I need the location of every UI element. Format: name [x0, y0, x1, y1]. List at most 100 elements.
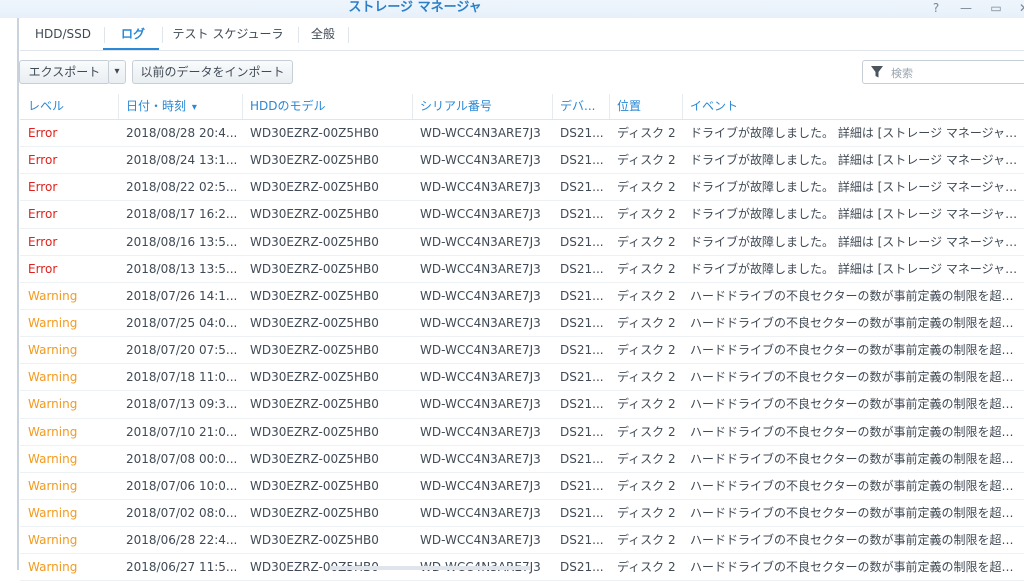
- search-input[interactable]: [889, 63, 1023, 83]
- serial-cell: WD-WCC4N3ARE7J3: [420, 261, 541, 276]
- event-cell: ドライブが故障しました。 詳細は [ストレージ マネージャー]...: [690, 234, 1024, 249]
- device-cell: DS21...: [560, 533, 604, 548]
- column-header-level[interactable]: レベル: [20, 94, 118, 119]
- table-row[interactable]: Warning 2018/07/06 10:0... WD30EZRZ-00Z5HB…: [20, 473, 1024, 500]
- table-row[interactable]: Warning 2018/07/20 07:5... WD30EZRZ-00Z5HB…: [20, 337, 1024, 365]
- hdd-model-cell: WD30EZRZ-00Z5HB0: [250, 533, 379, 548]
- event-cell: ハードドライブの不良セクターの数が事前定義の制限を超えま...: [690, 370, 1024, 385]
- table-row[interactable]: Warning 2018/07/25 04:0... WD30EZRZ-00Z5HB…: [20, 310, 1024, 338]
- hdd-model-cell: WD30EZRZ-00Z5HB0: [250, 126, 379, 140]
- location-cell: ディスク 2: [617, 288, 676, 303]
- column-header-serial[interactable]: シリアル番号: [412, 94, 552, 119]
- export-button[interactable]: エクスポート: [19, 60, 110, 84]
- title-bar: ストレージ マネージャ ? — ▭ ✕: [0, 0, 1024, 18]
- device-cell: DS21...: [560, 424, 604, 439]
- level-cell: Warning: [28, 397, 78, 412]
- device-cell: DS21...: [560, 315, 604, 330]
- level-cell: Warning: [28, 560, 78, 575]
- column-header-event[interactable]: イベント: [682, 94, 1024, 119]
- location-cell: ディスク 2: [617, 315, 676, 330]
- close-button[interactable]: ✕: [1012, 0, 1024, 16]
- table-body: Error 2018/08/28 20:4... WD30EZRZ-00Z5HB0 W…: [20, 120, 1024, 581]
- location-cell: ディスク 2: [617, 234, 676, 249]
- tab-general[interactable]: 全般: [300, 23, 346, 50]
- location-cell: ディスク 2: [617, 126, 676, 140]
- location-cell: ディスク 2: [617, 424, 676, 439]
- table-row[interactable]: Error 2018/08/24 13:1... WD30EZRZ-00Z5HB0 W…: [20, 147, 1024, 175]
- level-cell: Warning: [28, 505, 78, 520]
- datetime-cell: 2018/07/10 21:0...: [126, 424, 238, 439]
- table-row[interactable]: Warning 2018/07/13 09:3... WD30EZRZ-00Z5HB…: [20, 391, 1024, 419]
- column-header-hdd-model[interactable]: HDDのモデル: [242, 94, 412, 119]
- tab-log[interactable]: ログ: [106, 23, 160, 50]
- table-row[interactable]: Warning 2018/07/02 08:0... WD30EZRZ-00Z5HB…: [20, 500, 1024, 528]
- hdd-model-cell: WD30EZRZ-00Z5HB0: [250, 424, 379, 439]
- hdd-model-cell: WD30EZRZ-00Z5HB0: [250, 234, 379, 249]
- table-row[interactable]: Warning 2018/06/28 22:4... WD30EZRZ-00Z5HB…: [20, 527, 1024, 555]
- serial-cell: WD-WCC4N3ARE7J3: [420, 288, 541, 303]
- datetime-cell: 2018/07/20 07:5...: [126, 343, 238, 358]
- event-cell: ハードドライブの不良セクターの数が事前定義の制限を超えま...: [690, 397, 1024, 412]
- hdd-model-cell: WD30EZRZ-00Z5HB0: [250, 397, 379, 412]
- serial-cell: WD-WCC4N3ARE7J3: [420, 180, 541, 195]
- level-cell: Warning: [28, 288, 78, 303]
- table-row[interactable]: Error 2018/08/28 20:4... WD30EZRZ-00Z5HB0 W…: [20, 120, 1024, 148]
- event-cell: ハードドライブの不良セクターの数が事前定義の制限を超えま...: [690, 451, 1024, 466]
- search-box[interactable]: [862, 60, 1024, 84]
- device-cell: DS21...: [560, 180, 604, 195]
- level-cell: Error: [28, 207, 58, 222]
- chevron-down-icon: ▾: [114, 66, 120, 77]
- filter-icon: [870, 65, 884, 79]
- datetime-cell: 2018/07/02 08:0...: [126, 505, 238, 520]
- tab-hdd-ssd[interactable]: HDD/SSD: [24, 23, 102, 50]
- window-left-border: [17, 18, 19, 570]
- location-cell: ディスク 2: [617, 207, 676, 222]
- maximize-button[interactable]: ▭: [984, 0, 1008, 16]
- table-row[interactable]: Warning 2018/07/08 00:0... WD30EZRZ-00Z5HB…: [20, 446, 1024, 473]
- datetime-cell: 2018/07/13 09:3...: [126, 397, 238, 412]
- minimize-button[interactable]: —: [954, 0, 978, 16]
- serial-cell: WD-WCC4N3ARE7J3: [420, 234, 541, 249]
- device-cell: DS21...: [560, 153, 604, 168]
- hdd-model-cell: WD30EZRZ-00Z5HB0: [250, 451, 379, 466]
- datetime-cell: 2018/08/28 20:4...: [126, 126, 238, 140]
- table-row[interactable]: Error 2018/08/17 16:2... WD30EZRZ-00Z5HB0 W…: [20, 201, 1024, 229]
- table-row[interactable]: Warning 2018/07/10 21:0... WD30EZRZ-00Z5HB…: [20, 419, 1024, 446]
- column-header-device[interactable]: デバ...: [552, 94, 609, 119]
- event-cell: ドライブが故障しました。 詳細は [ストレージ マネージャー]...: [690, 207, 1024, 222]
- hdd-model-cell: WD30EZRZ-00Z5HB0: [250, 153, 379, 168]
- device-cell: DS21...: [560, 261, 604, 276]
- location-cell: ディスク 2: [617, 560, 676, 575]
- device-cell: DS21...: [560, 560, 604, 575]
- serial-cell: WD-WCC4N3ARE7J3: [420, 533, 541, 548]
- event-cell: ハードドライブの不良セクターの数が事前定義の制限を超えま...: [690, 560, 1024, 575]
- table-row[interactable]: Error 2018/08/16 13:5... WD30EZRZ-00Z5HB0 W…: [20, 229, 1024, 256]
- hdd-model-cell: WD30EZRZ-00Z5HB0: [250, 180, 379, 195]
- serial-cell: WD-WCC4N3ARE7J3: [420, 424, 541, 439]
- tab-test-scheduler[interactable]: テスト スケジューラ: [164, 23, 292, 50]
- device-cell: DS21...: [560, 288, 604, 303]
- hdd-model-cell: WD30EZRZ-00Z5HB0: [250, 505, 379, 520]
- column-header-location[interactable]: 位置: [609, 94, 682, 119]
- device-cell: DS21...: [560, 126, 604, 140]
- table-row[interactable]: Warning 2018/07/26 14:1... WD30EZRZ-00Z5HB…: [20, 283, 1024, 310]
- export-dropdown-button[interactable]: ▾: [108, 60, 126, 84]
- column-header-datetime[interactable]: 日付・時刻 ▾: [118, 94, 242, 119]
- location-cell: ディスク 2: [617, 370, 676, 385]
- event-cell: ドライブが故障しました。 詳細は [ストレージ マネージャー]...: [690, 261, 1024, 276]
- table-row[interactable]: Warning 2018/07/18 11:0... WD30EZRZ-00Z5HB…: [20, 364, 1024, 392]
- datetime-cell: 2018/08/16 13:5...: [126, 234, 238, 249]
- help-button[interactable]: ?: [924, 0, 948, 16]
- hdd-model-cell: WD30EZRZ-00Z5HB0: [250, 315, 379, 330]
- tab-divider: [348, 27, 349, 43]
- serial-cell: WD-WCC4N3ARE7J3: [420, 343, 541, 358]
- hdd-model-cell: WD30EZRZ-00Z5HB0: [250, 343, 379, 358]
- event-cell: ハードドライブの不良セクターの数が事前定義の制限を超えま...: [690, 288, 1024, 303]
- table-row[interactable]: Error 2018/08/22 02:5... WD30EZRZ-00Z5HB0 W…: [20, 174, 1024, 202]
- serial-cell: WD-WCC4N3ARE7J3: [420, 505, 541, 520]
- location-cell: ディスク 2: [617, 478, 676, 493]
- table-row[interactable]: Error 2018/08/13 13:5... WD30EZRZ-00Z5HB0 W…: [20, 256, 1024, 283]
- import-previous-data-button[interactable]: 以前のデータをインポート: [132, 60, 293, 84]
- serial-cell: WD-WCC4N3ARE7J3: [420, 315, 541, 330]
- device-cell: DS21...: [560, 505, 604, 520]
